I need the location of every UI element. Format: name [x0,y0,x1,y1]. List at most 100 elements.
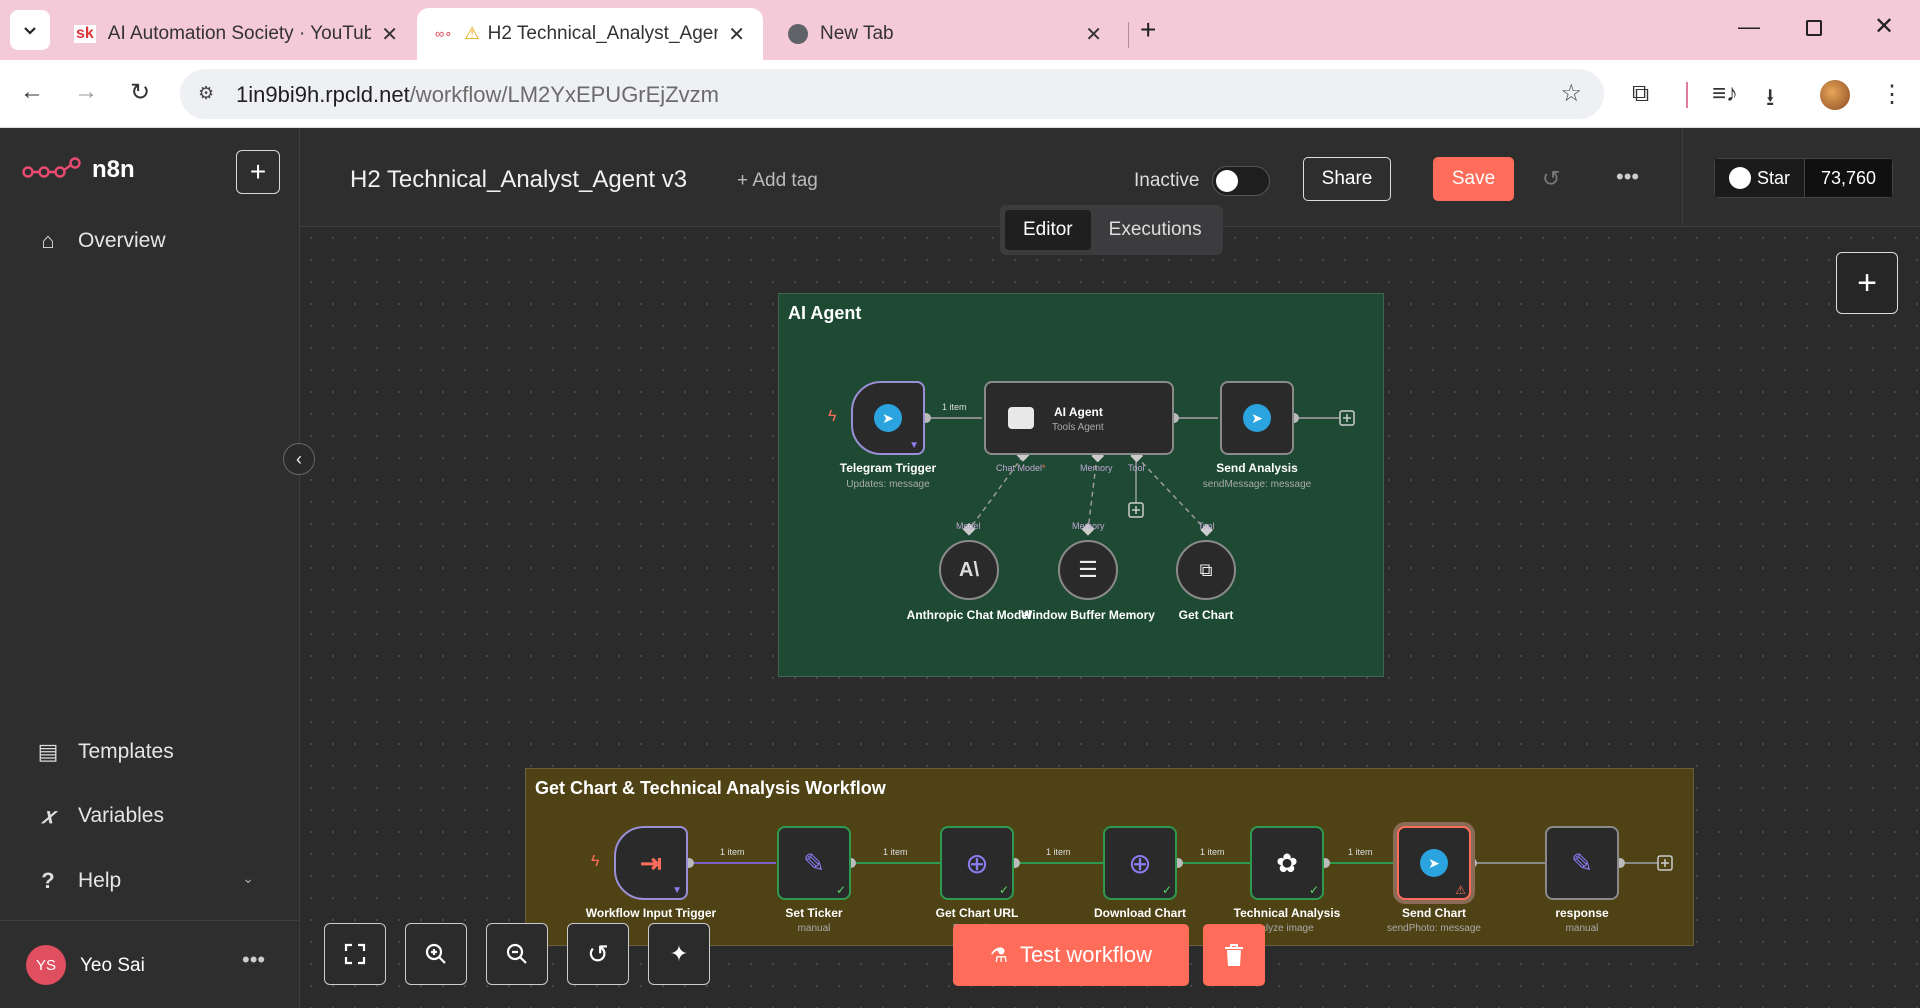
pin-icon: ▼ [909,440,919,451]
sidebar-item-variables[interactable]: 𝑥 Variables [34,803,164,829]
site-info-icon[interactable]: ⚙ [198,83,214,104]
save-button[interactable]: Save [1433,157,1514,201]
node-name: Get Chart [1178,608,1234,622]
active-status-label: Inactive [1134,170,1200,191]
node-send-analysis[interactable]: ➤ [1220,381,1294,455]
telegram-icon: ➤ [1420,849,1448,877]
node-telegram-trigger[interactable]: ➤ ▼ [851,381,925,455]
handle-label-model: Model [956,521,981,531]
tab-youtube[interactable]: sk AI Automation Society · YouTub ✕ [56,8,416,60]
node-name: Send Analysis [1216,461,1298,475]
robot-icon [1008,407,1034,429]
workflow-title[interactable]: H2 Technical_Analyst_Agent v3 [350,166,687,194]
restore-icon[interactable] [1806,20,1822,36]
variable-icon: 𝑥 [41,803,55,828]
edge-label: 1 item [720,847,745,857]
collapse-sidebar-chevron-left-icon[interactable]: ‹ [283,443,315,475]
more-dots-icon[interactable]: ••• [1616,164,1639,190]
pencil-icon: ✎ [803,847,825,878]
test-workflow-button[interactable]: ⚗ Test workflow [953,924,1189,986]
node-name: response [1555,906,1609,920]
tab-n8n-workflow[interactable]: ∞∘ ⚠ H2 Technical_Analyst_Agent ✕ [417,8,763,60]
n8n-logo[interactable]: n8n [22,156,135,184]
node-download-chart[interactable]: ⊕ ✓ [1103,826,1177,900]
github-icon [1729,167,1751,189]
edge-label: 1 item [1046,847,1071,857]
tab-new-tab[interactable]: New Tab ✕ [770,8,1120,60]
url-bar[interactable]: ⚙ 1in9bi9h.rpcld.net/workflow/LM2YxEPUGr… [180,69,1604,119]
node-window-buffer-memory[interactable]: ☰ [1058,540,1118,600]
sign-in-icon: ⇥ [640,847,662,878]
fit-view-button[interactable] [324,923,386,985]
node-get-chart[interactable]: ⧉ [1176,540,1236,600]
sidebar-item-overview[interactable]: ⌂ Overview [34,228,165,254]
extensions-icon[interactable]: ⧉ [1632,80,1649,108]
n8n-favicon-icon: ∞∘ [435,26,453,41]
share-button[interactable]: Share [1303,157,1391,201]
profile-avatar[interactable] [1820,80,1850,110]
workflow-canvas[interactable]: + AI Agent Get Chart & Technical Analysi… [300,227,1920,1008]
reset-zoom-button[interactable]: ↺ [567,923,629,985]
question-icon: ? [41,868,55,893]
handle-label-memory: Memory [1072,521,1105,531]
node-anthropic-chat-model[interactable]: A\ [939,540,999,600]
trigger-bolt-icon: ϟ [828,408,837,425]
sk-favicon-icon: sk [74,25,96,43]
node-ai-agent[interactable]: AI Agent Tools Agent [984,381,1174,455]
tab-executions[interactable]: Executions [1091,210,1220,250]
menu-kebab-icon[interactable]: ⋮ [1880,80,1904,109]
history-icon[interactable]: ↺ [1542,166,1560,192]
new-tab-plus-icon[interactable]: + [1140,14,1156,46]
back-arrow-icon[interactable]: ← [16,78,48,106]
trigger-bolt-icon: ϟ [591,853,600,870]
fullscreen-icon [344,943,366,965]
user-menu[interactable]: YS Yeo Sai ••• [0,920,300,1008]
browser-toolbar: ← → ↻ ⚙ 1in9bi9h.rpcld.net/workflow/LM2Y… [0,60,1920,128]
github-star-count: 73,760 [1805,158,1894,198]
node-technical-analysis[interactable]: ✿ ✓ [1250,826,1324,900]
pencil-icon: ✎ [1571,847,1593,878]
close-icon[interactable]: ✕ [1085,22,1102,47]
reload-icon[interactable]: ↻ [124,78,156,107]
node-response[interactable]: ✎ [1545,826,1619,900]
box-icon: ▤ [37,739,59,764]
node-workflow-input-trigger[interactable]: ⇥ ▼ [614,826,688,900]
media-control-icon[interactable]: ≡♪ [1712,80,1738,108]
node-name: Workflow Input Trigger [585,906,717,920]
pin-icon: ▼ [672,885,682,896]
bookmark-star-icon[interactable]: ☆ [1560,79,1582,108]
tab-list-button[interactable] [10,10,50,50]
node-get-chart-url[interactable]: ⊕ ✓ [940,826,1014,900]
forward-arrow-icon[interactable]: → [70,78,102,106]
close-window-icon[interactable]: ✕ [1874,12,1894,41]
create-button[interactable]: + [236,150,280,194]
tidy-up-button[interactable]: ✦ [648,923,710,985]
globe-icon: ⊕ [965,847,989,879]
success-check-icon: ✓ [1308,883,1319,897]
github-star-button[interactable]: Star 73,760 [1714,158,1894,198]
sidebar-item-templates[interactable]: ▤ Templates [34,739,174,765]
sidebar-item-label: Help [78,869,122,892]
browser-tab-bar: sk AI Automation Society · YouTub ✕ ∞∘ ⚠… [0,0,1920,60]
delete-execution-button[interactable] [1203,924,1265,986]
zoom-out-button[interactable] [486,923,548,985]
globe-icon [788,24,808,44]
sitemap-icon: ⧉ [1199,559,1213,580]
more-dots-icon[interactable]: ••• [242,947,265,973]
view-switcher: Editor Executions [1000,205,1223,255]
n8n-sidebar: n8n + ⌂ Overview ▤ Templates 𝑥 Variables… [0,128,300,1008]
minimize-icon[interactable]: — [1738,14,1760,40]
node-name: Technical Analysis [1233,906,1341,920]
success-check-icon: ✓ [835,883,846,897]
close-icon[interactable]: ✕ [381,22,398,47]
download-icon[interactable]: ⭳ [1766,80,1774,121]
sidebar-item-help[interactable]: ? Help ⌄ [34,868,254,894]
node-send-chart[interactable]: ➤ ⚠ [1397,826,1471,900]
add-tag-link[interactable]: + Add tag [737,170,818,192]
active-toggle[interactable] [1212,166,1270,196]
close-icon[interactable]: ✕ [728,22,745,47]
zoom-in-button[interactable] [405,923,467,985]
node-subtitle: manual [1565,923,1599,934]
node-set-ticker[interactable]: ✎ ✓ [777,826,851,900]
tab-editor[interactable]: Editor [1005,210,1091,250]
